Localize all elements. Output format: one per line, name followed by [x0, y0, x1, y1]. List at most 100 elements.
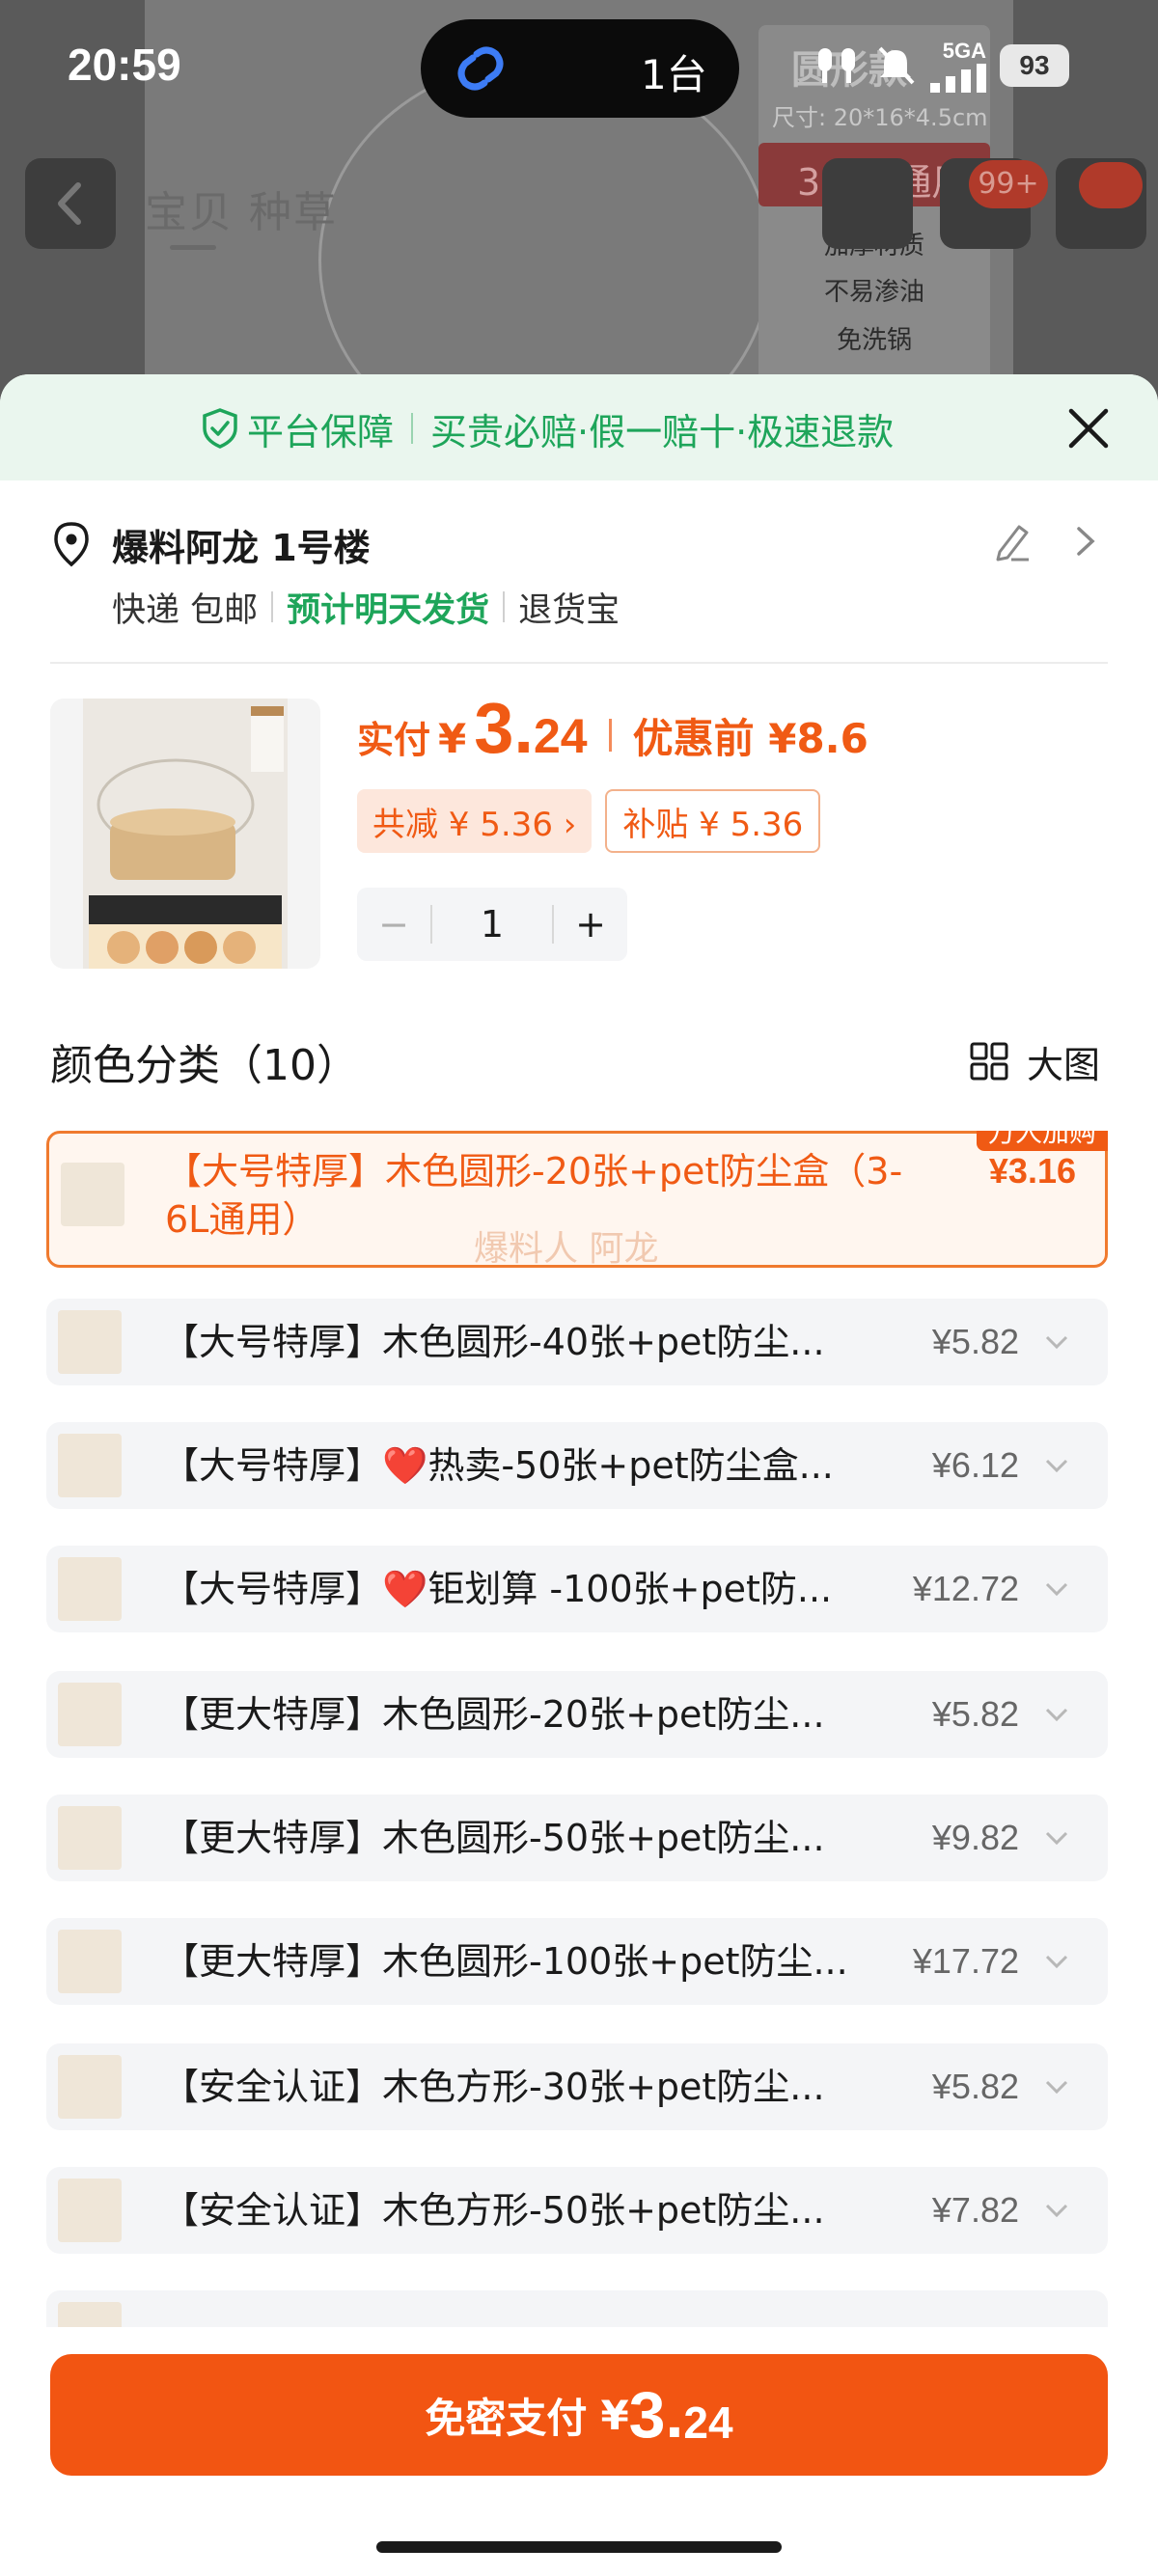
product-tabs: 宝贝 种草: [145, 188, 338, 237]
increase-button[interactable]: +: [554, 888, 627, 961]
variant-option[interactable]: 【安全认证】木色方形-30张+pet防尘... ¥5.82: [46, 2043, 1108, 2130]
variant-thumbnail: [58, 2055, 122, 2119]
variant-price: ¥5.82: [931, 2067, 1019, 2106]
original-price: 优惠前 ¥8.6: [632, 715, 868, 762]
variant-thumbnail: [58, 1930, 122, 1993]
chevron-down-icon[interactable]: [1042, 1451, 1071, 1480]
variant-thumbnail: [58, 2302, 122, 2327]
chevron-down-icon[interactable]: [1042, 1328, 1071, 1357]
subsidy-tag: 补贴 ¥ 5.36: [605, 789, 821, 853]
divider: [608, 719, 612, 752]
variant-list: 万人加购 【大号特厚】木色圆形-20张+pet防尘盒（3-6L通用） ¥3.16…: [46, 1131, 1108, 2327]
product-image: [83, 699, 288, 969]
pay-amount-decimal: 24: [683, 2398, 733, 2448]
chevron-down-icon[interactable]: [1042, 2196, 1071, 2225]
mute-bell-icon: [878, 46, 915, 85]
guarantee-bar: 平台保障 买贵必赔·假一赔十·极速退款: [0, 374, 1158, 480]
variant-price: ¥5.82: [931, 1322, 1019, 1361]
variant-thumbnail: [58, 1683, 122, 1746]
quantity-value[interactable]: 1: [432, 903, 552, 945]
variant-label: 【更大特厚】木色圆形-20张+pet防尘...: [162, 1693, 825, 1736]
message-badge: [1079, 162, 1143, 208]
discount-tag[interactable]: 共减 ¥ 5.36 ›: [357, 789, 593, 853]
status-bar: 20:59 1台 5GA 93: [0, 0, 1158, 135]
price-row: 实付 ¥ 3. 24 优惠前 ¥8.6: [357, 687, 868, 783]
chevron-down-icon[interactable]: [1042, 2072, 1071, 2101]
cart-badge: 99+: [969, 160, 1048, 208]
variant-thumbnail: [61, 1163, 124, 1226]
variant-option[interactable]: 【大号特厚】❤️钜划算 -100张+pet防... ¥12.72: [46, 1546, 1108, 1632]
variant-thumbnail: [58, 1557, 122, 1621]
battery-indicator: 93: [1000, 44, 1069, 87]
location-pin-icon: [54, 522, 89, 567]
island-text: 1台: [641, 51, 707, 98]
close-icon[interactable]: [1062, 401, 1116, 455]
variant-price: ¥5.82: [931, 1694, 1019, 1734]
chevron-down-icon[interactable]: [1042, 1823, 1071, 1852]
chevron-down-icon[interactable]: [1042, 1947, 1071, 1976]
variant-option-partial[interactable]: [46, 2290, 1108, 2327]
share-button[interactable]: [822, 158, 913, 249]
variant-label: 【大号特厚】❤️钜划算 -100张+pet防...: [162, 1568, 833, 1610]
guarantee-text: 买贵必赔·假一赔十·极速退款: [430, 410, 895, 453]
edit-pencil-icon[interactable]: [990, 519, 1034, 563]
network-label: 5GA: [942, 39, 986, 63]
back-button[interactable]: [25, 158, 116, 249]
info-line: 不易渗油: [823, 278, 924, 307]
chevron-right-icon[interactable]: [1069, 519, 1100, 563]
variant-option[interactable]: 【大号特厚】木色圆形-40张+pet防尘... ¥5.82: [46, 1299, 1108, 1385]
tab-underline: [170, 245, 216, 250]
pay-amount-integer: 3.: [628, 2378, 684, 2452]
big-view-label: 大图: [1027, 1043, 1101, 1086]
pay-button[interactable]: 免密支付 ¥ 3. 24: [50, 2354, 1108, 2476]
variant-thumbnail: [58, 1434, 122, 1497]
divider: [411, 413, 414, 444]
pay-label: 免密支付: [425, 2394, 588, 2442]
variant-label: 【大号特厚】❤️热卖-50张+pet防尘盒...: [162, 1444, 834, 1487]
sku-selection-sheet: 平台保障 买贵必赔·假一赔十·极速退款 爆料阿龙 1号楼 快递 包邮 预计明天发…: [0, 374, 1158, 2576]
big-view-toggle[interactable]: 大图: [969, 1034, 1100, 1088]
variant-label: 【更大特厚】木色圆形-100张+pet防尘...: [162, 1940, 848, 1983]
dynamic-island: 1台: [421, 19, 739, 118]
shipping-method: 快递 包邮: [112, 590, 259, 630]
variant-thumbnail: [58, 1806, 122, 1870]
variant-price: ¥12.72: [912, 1569, 1019, 1608]
chevron-down-icon[interactable]: [1042, 1700, 1071, 1729]
variant-option[interactable]: 【大号特厚】❤️热卖-50张+pet防尘盒... ¥6.12: [46, 1422, 1108, 1509]
section-divider: [50, 662, 1108, 664]
status-icons: 5GA 93: [813, 37, 1069, 95]
product-thumbnail[interactable]: [50, 699, 320, 969]
watermark-text: 爆料人 阿龙: [474, 1229, 659, 1269]
variant-section-title: 颜色分类（10）: [50, 1041, 359, 1090]
variant-option[interactable]: 【安全认证】木色方形-50张+pet防尘... ¥7.82: [46, 2167, 1108, 2254]
guarantee-title: 平台保障: [247, 410, 395, 453]
variant-price: ¥7.82: [931, 2190, 1019, 2230]
variant-thumbnail: [58, 2179, 122, 2242]
variant-thumbnail: [58, 1310, 122, 1374]
return-service: 退货宝: [518, 590, 620, 630]
variant-option[interactable]: 【更大特厚】木色圆形-100张+pet防尘... ¥17.72: [46, 1918, 1108, 2005]
variant-option[interactable]: 【更大特厚】木色圆形-20张+pet防尘... ¥5.82: [46, 1671, 1108, 1758]
variant-label: 【大号特厚】木色圆形-40张+pet防尘...: [162, 1321, 825, 1363]
currency-symbol: ¥: [438, 715, 467, 762]
info-line: 免洗锅: [836, 326, 912, 355]
chevron-down-icon[interactable]: [1042, 1575, 1071, 1603]
earbuds-icon: [818, 48, 855, 83]
variant-label: 【安全认证】木色方形-30张+pet防尘...: [162, 2066, 825, 2108]
status-time: 20:59: [68, 40, 181, 90]
home-indicator[interactable]: [376, 2541, 782, 2553]
guarantee-content: 平台保障 买贵必赔·假一赔十·极速退款: [201, 401, 894, 455]
signal-icon: [930, 64, 986, 93]
divider: [271, 591, 274, 622]
variant-price: ¥17.72: [912, 1941, 1019, 1981]
paid-label: 实付: [357, 719, 431, 761]
address-row[interactable]: 爆料阿龙 1号楼: [50, 517, 371, 571]
discount-tags: 共减 ¥ 5.36 › 补贴 ¥ 5.36: [357, 789, 821, 853]
variant-option-selected[interactable]: 万人加购 【大号特厚】木色圆形-20张+pet防尘盒（3-6L通用） ¥3.16…: [46, 1131, 1108, 1269]
decrease-button[interactable]: −: [357, 888, 430, 961]
variant-label: 【安全认证】木色方形-50张+pet防尘...: [162, 2189, 825, 2232]
variant-price: ¥9.82: [931, 1818, 1019, 1857]
variant-label: 【更大特厚】木色圆形-50张+pet防尘...: [162, 1817, 825, 1859]
price-integer: 3.: [474, 688, 534, 768]
variant-option[interactable]: 【更大特厚】木色圆形-50张+pet防尘... ¥9.82: [46, 1795, 1108, 1881]
